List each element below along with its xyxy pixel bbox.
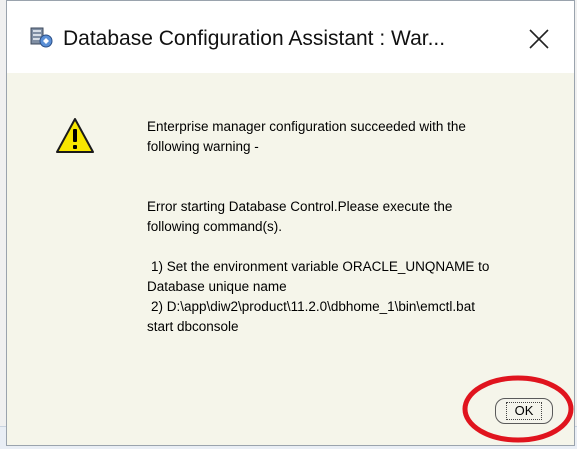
warning-message: Enterprise manager configuration succeed… [147,117,557,337]
title-bar[interactable]: Database Configuration Assistant : War..… [7,1,574,73]
message-line: following command(s). [147,219,283,234]
message-line: 2) D:\app\diw2\product\11.2.0\dbhome_1\b… [151,299,475,314]
close-button[interactable] [523,23,555,55]
red-circle-annotation [462,375,574,443]
message-line: start dbconsole [147,319,239,334]
warning-triangle-icon [55,117,95,155]
warning-dialog: Database Configuration Assistant : War..… [6,0,575,446]
close-icon [529,29,549,49]
message-line: Database unique name [147,279,287,294]
message-line: 1) Set the environment variable ORACLE_U… [151,259,490,274]
message-line: following warning - [147,139,259,154]
message-line: Enterprise manager configuration succeed… [147,119,466,134]
database-config-app-icon [29,25,53,49]
message-line: Error starting Database Control.Please e… [147,199,453,214]
dialog-title: Database Configuration Assistant : War..… [63,27,446,50]
